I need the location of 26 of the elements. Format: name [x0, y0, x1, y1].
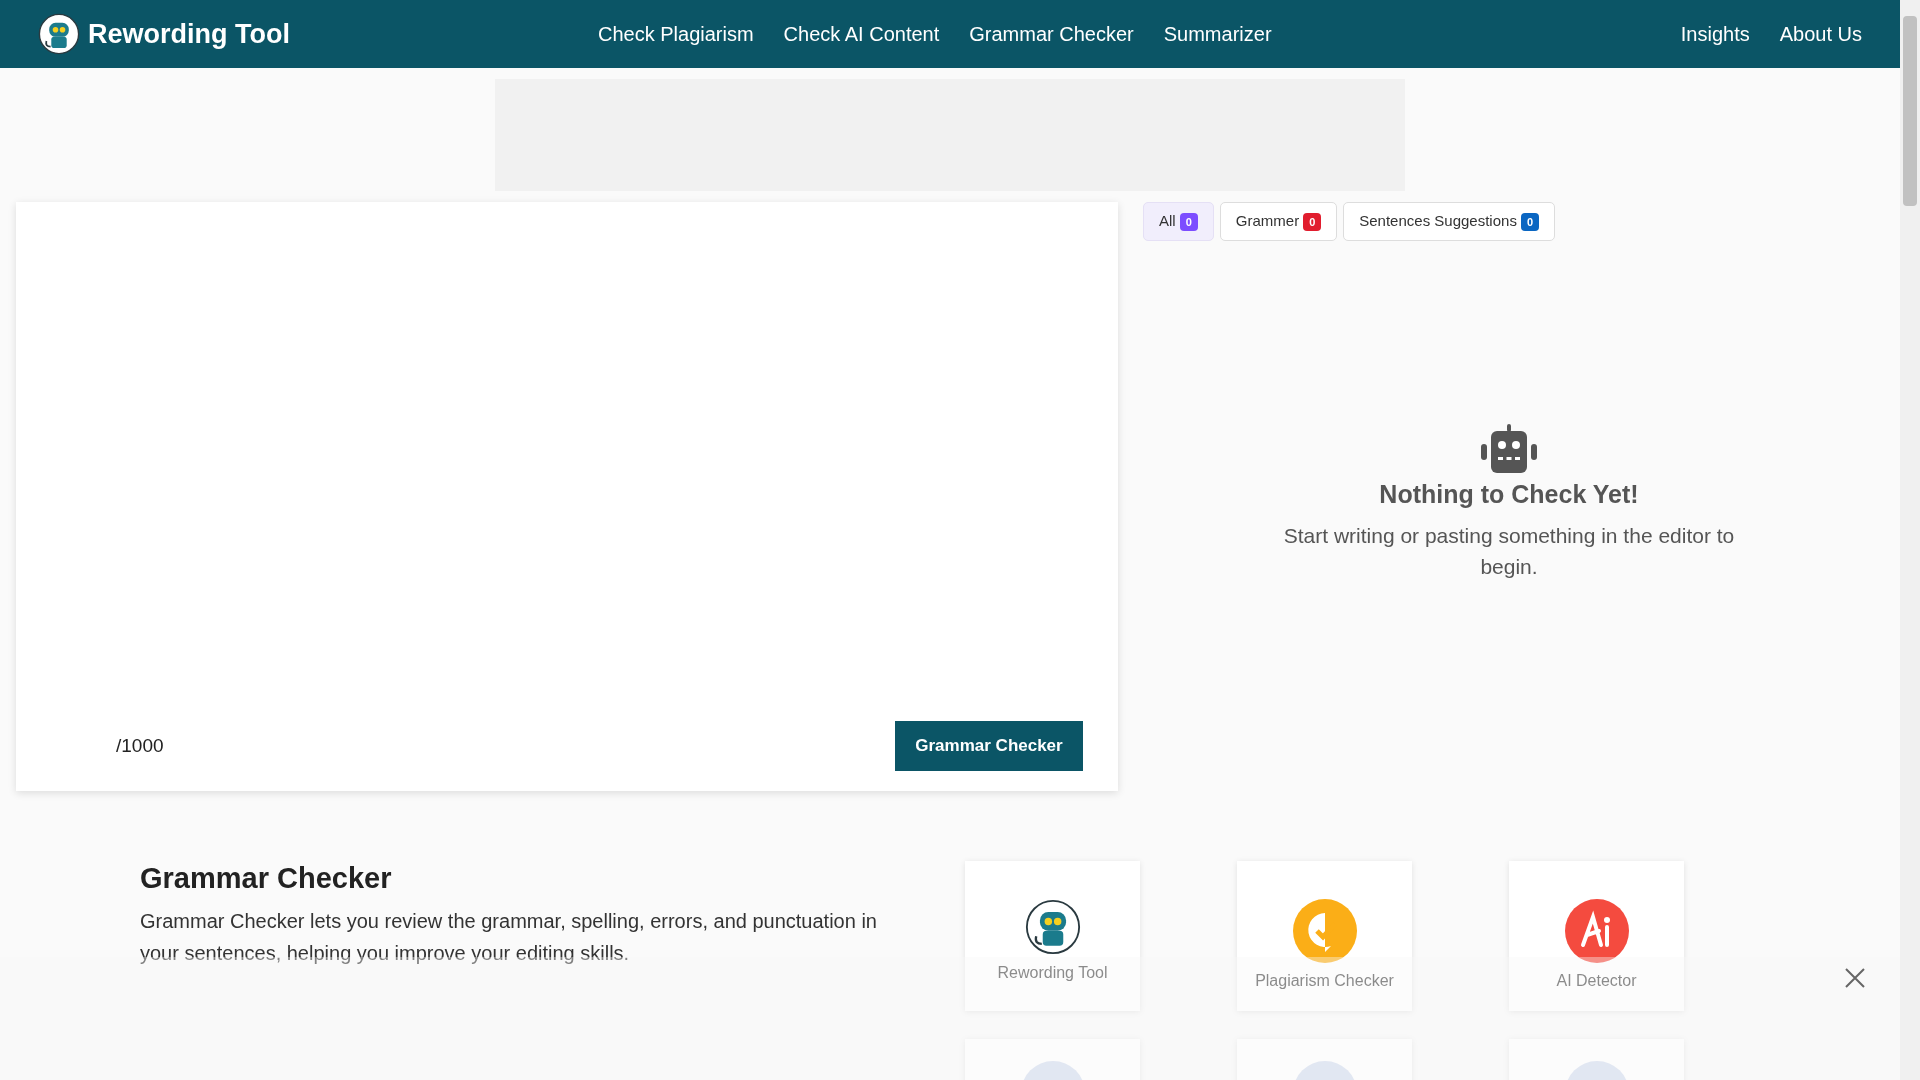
nav-link[interactable]: Summarizer [1163, 19, 1272, 49]
character-counter: /1000 [116, 733, 164, 758]
empty-state-title: Nothing to Check Yet! [1379, 479, 1639, 510]
tool-label: Plagiarism Checker [1255, 971, 1394, 991]
section-description: Grammar Checker lets you review the grammar, spelling, errors, and punctuation in your sentences, helping you improve your editing skills. [140, 908, 878, 966]
brand-name[interactable]: Rewording Tool [88, 13, 290, 55]
robot-icon [1024, 899, 1081, 955]
nav-link[interactable]: About Us [1779, 19, 1862, 49]
filter-tab[interactable]: All 0 [1143, 202, 1214, 241]
nav-link[interactable]: Check AI Content [783, 19, 940, 49]
count-badge: 0 [1303, 212, 1322, 231]
empty-state-message: Start writing or pasting something in the editor to begin. [1282, 522, 1736, 580]
logo-icon [38, 13, 80, 55]
tool-label: AI Detector [1556, 971, 1637, 991]
nav-link[interactable]: Grammar Checker [969, 19, 1134, 49]
check-icon [1292, 899, 1357, 963]
close-icon [1844, 967, 1866, 989]
nav-link[interactable]: Check Plagiarism [598, 19, 754, 49]
count-badge: 0 [1520, 212, 1539, 231]
count-badge: 0 [1179, 212, 1198, 231]
filter-tab[interactable]: Sentences Suggestions 0 [1343, 202, 1555, 241]
tool-label: Rewording Tool [997, 963, 1108, 983]
nav-link[interactable]: Insights [1680, 19, 1750, 49]
filter-tab[interactable]: Grammer 0 [1219, 202, 1338, 241]
section-title: Grammar Checker [140, 861, 393, 896]
grammar-checker-button[interactable]: Grammar Checker [895, 721, 1083, 771]
